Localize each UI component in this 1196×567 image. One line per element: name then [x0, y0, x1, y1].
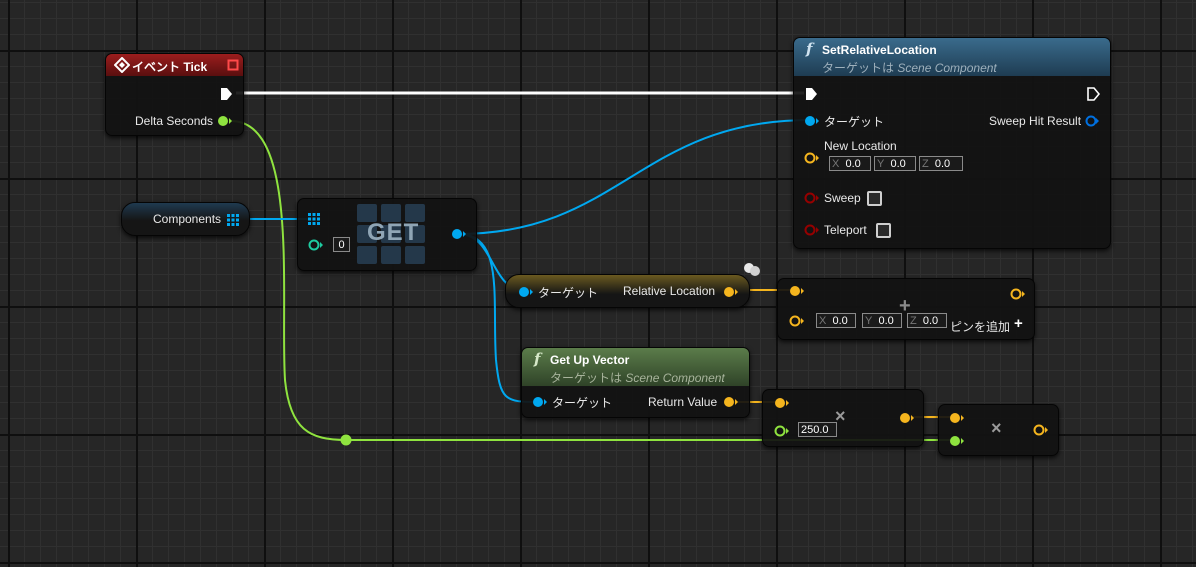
get-up-vector-target-label: ターゲット: [552, 396, 613, 410]
array-pin-icon[interactable]: [227, 214, 239, 226]
sweep-hit-result-pin-icon[interactable]: [1084, 115, 1100, 127]
relative-location-output-label: Relative Location: [623, 284, 716, 298]
exec-out-pin-icon[interactable]: [219, 87, 233, 101]
exec-out-pin-icon[interactable]: [1086, 87, 1100, 101]
add-b-x-field[interactable]: X 0.0: [816, 313, 856, 328]
sweep-checkbox[interactable]: [867, 191, 882, 206]
get-up-vector-title: Get Up Vector: [550, 353, 630, 367]
get-up-vector-return-label: Return Value: [648, 395, 718, 409]
teleport-checkbox[interactable]: [876, 223, 891, 238]
relative-location-target-label: ターゲット: [538, 286, 599, 300]
target-pin-icon[interactable]: [804, 115, 820, 127]
delta-seconds-pin-icon[interactable]: [217, 115, 233, 127]
new-location-x-field[interactable]: X 0.0: [829, 156, 871, 171]
comment-bubble-icon[interactable]: [741, 260, 763, 278]
reroute-knot: [340, 434, 352, 446]
sweep-hit-result-label: Sweep Hit Result: [989, 114, 1082, 128]
set-relative-location-subtitle: ターゲットは Scene Component: [822, 61, 997, 75]
components-label: Components: [153, 212, 222, 226]
event-diamond-icon: [114, 57, 130, 73]
set-relative-location-header: f SetRelativeLocation ターゲットは Scene Compo…: [794, 38, 1110, 76]
multiply-vector-node[interactable]: ×: [938, 404, 1059, 456]
add-b-z-field[interactable]: Z 0.0: [907, 313, 947, 328]
add-pin-icon[interactable]: +: [1014, 315, 1023, 332]
new-location-label: New Location: [824, 139, 897, 153]
set-relative-location-node[interactable]: f SetRelativeLocation ターゲットは Scene Compo…: [793, 37, 1111, 249]
array-in-pin-icon[interactable]: [308, 213, 320, 225]
new-location-pin-icon[interactable]: [804, 152, 820, 164]
get-up-vector-header: f Get Up Vector ターゲットは Scene Component: [522, 348, 749, 386]
mul-a-pin-icon[interactable]: [774, 397, 790, 409]
add-b-y-field[interactable]: Y 0.0: [862, 313, 902, 328]
get-title: GET: [367, 219, 420, 246]
set-relative-location-title: SetRelativeLocation: [822, 43, 937, 57]
event-tick-title: イベント Tick: [132, 60, 208, 74]
teleport-pin-icon[interactable]: [804, 224, 820, 236]
multiply-float-node[interactable]: × 250.0: [762, 389, 924, 447]
event-tick-header: イベント Tick: [106, 54, 243, 76]
delta-seconds-label: Delta Seconds: [135, 114, 214, 128]
exec-in-pin-icon[interactable]: [804, 87, 818, 101]
get-to-target-wire: [457, 119, 811, 235]
vector-add-node[interactable]: + X 0.0 Y 0.0 Z 0.0 ピンを追加 +: [777, 278, 1035, 340]
new-location-y-field[interactable]: Y 0.0: [874, 156, 916, 171]
mul-output-pin-icon[interactable]: [899, 412, 915, 424]
teleport-label: Teleport: [824, 223, 867, 237]
mul-b-value-field[interactable]: 250.0: [798, 422, 837, 437]
mul-b-pin-icon[interactable]: [774, 425, 790, 437]
event-tick-node[interactable]: イベント Tick Delta Seconds: [105, 53, 244, 136]
mul2-b-pin-icon[interactable]: [949, 435, 965, 447]
mul2-output-pin-icon[interactable]: [1033, 424, 1049, 436]
add-pin-label[interactable]: ピンを追加: [950, 318, 1010, 335]
delegate-pin-icon[interactable]: [227, 59, 239, 71]
add-output-pin-icon[interactable]: [1010, 288, 1026, 300]
sweep-label: Sweep: [824, 191, 861, 205]
add-input-b-pin-icon[interactable]: [789, 315, 805, 327]
index-pin-icon[interactable]: [308, 239, 324, 251]
get-up-vector-subtitle: ターゲットは Scene Component: [550, 371, 725, 385]
sweep-pin-icon[interactable]: [804, 192, 820, 204]
get-up-vector-node[interactable]: f Get Up Vector ターゲットは Scene Component タ…: [521, 347, 750, 418]
get-up-vector-target-pin-icon[interactable]: [532, 396, 548, 408]
multiply-operator-icon: ×: [991, 418, 1002, 438]
index-field[interactable]: 0: [333, 237, 350, 252]
target-label: ターゲット: [824, 115, 885, 129]
components-variable-node[interactable]: Components: [121, 202, 250, 236]
relative-location-node[interactable]: ターゲット Relative Location: [505, 274, 750, 308]
new-location-z-field[interactable]: Z 0.0: [919, 156, 963, 171]
function-icon: f: [806, 40, 813, 58]
get-output-pin-icon[interactable]: [451, 228, 467, 240]
get-up-vector-return-pin-icon[interactable]: [723, 396, 739, 408]
relative-location-output-pin-icon[interactable]: [723, 286, 739, 298]
relative-location-target-pin-icon[interactable]: [518, 286, 534, 298]
add-input-a-pin-icon[interactable]: [789, 285, 805, 297]
function-icon: f: [534, 350, 541, 368]
mul2-a-pin-icon[interactable]: [949, 412, 965, 424]
